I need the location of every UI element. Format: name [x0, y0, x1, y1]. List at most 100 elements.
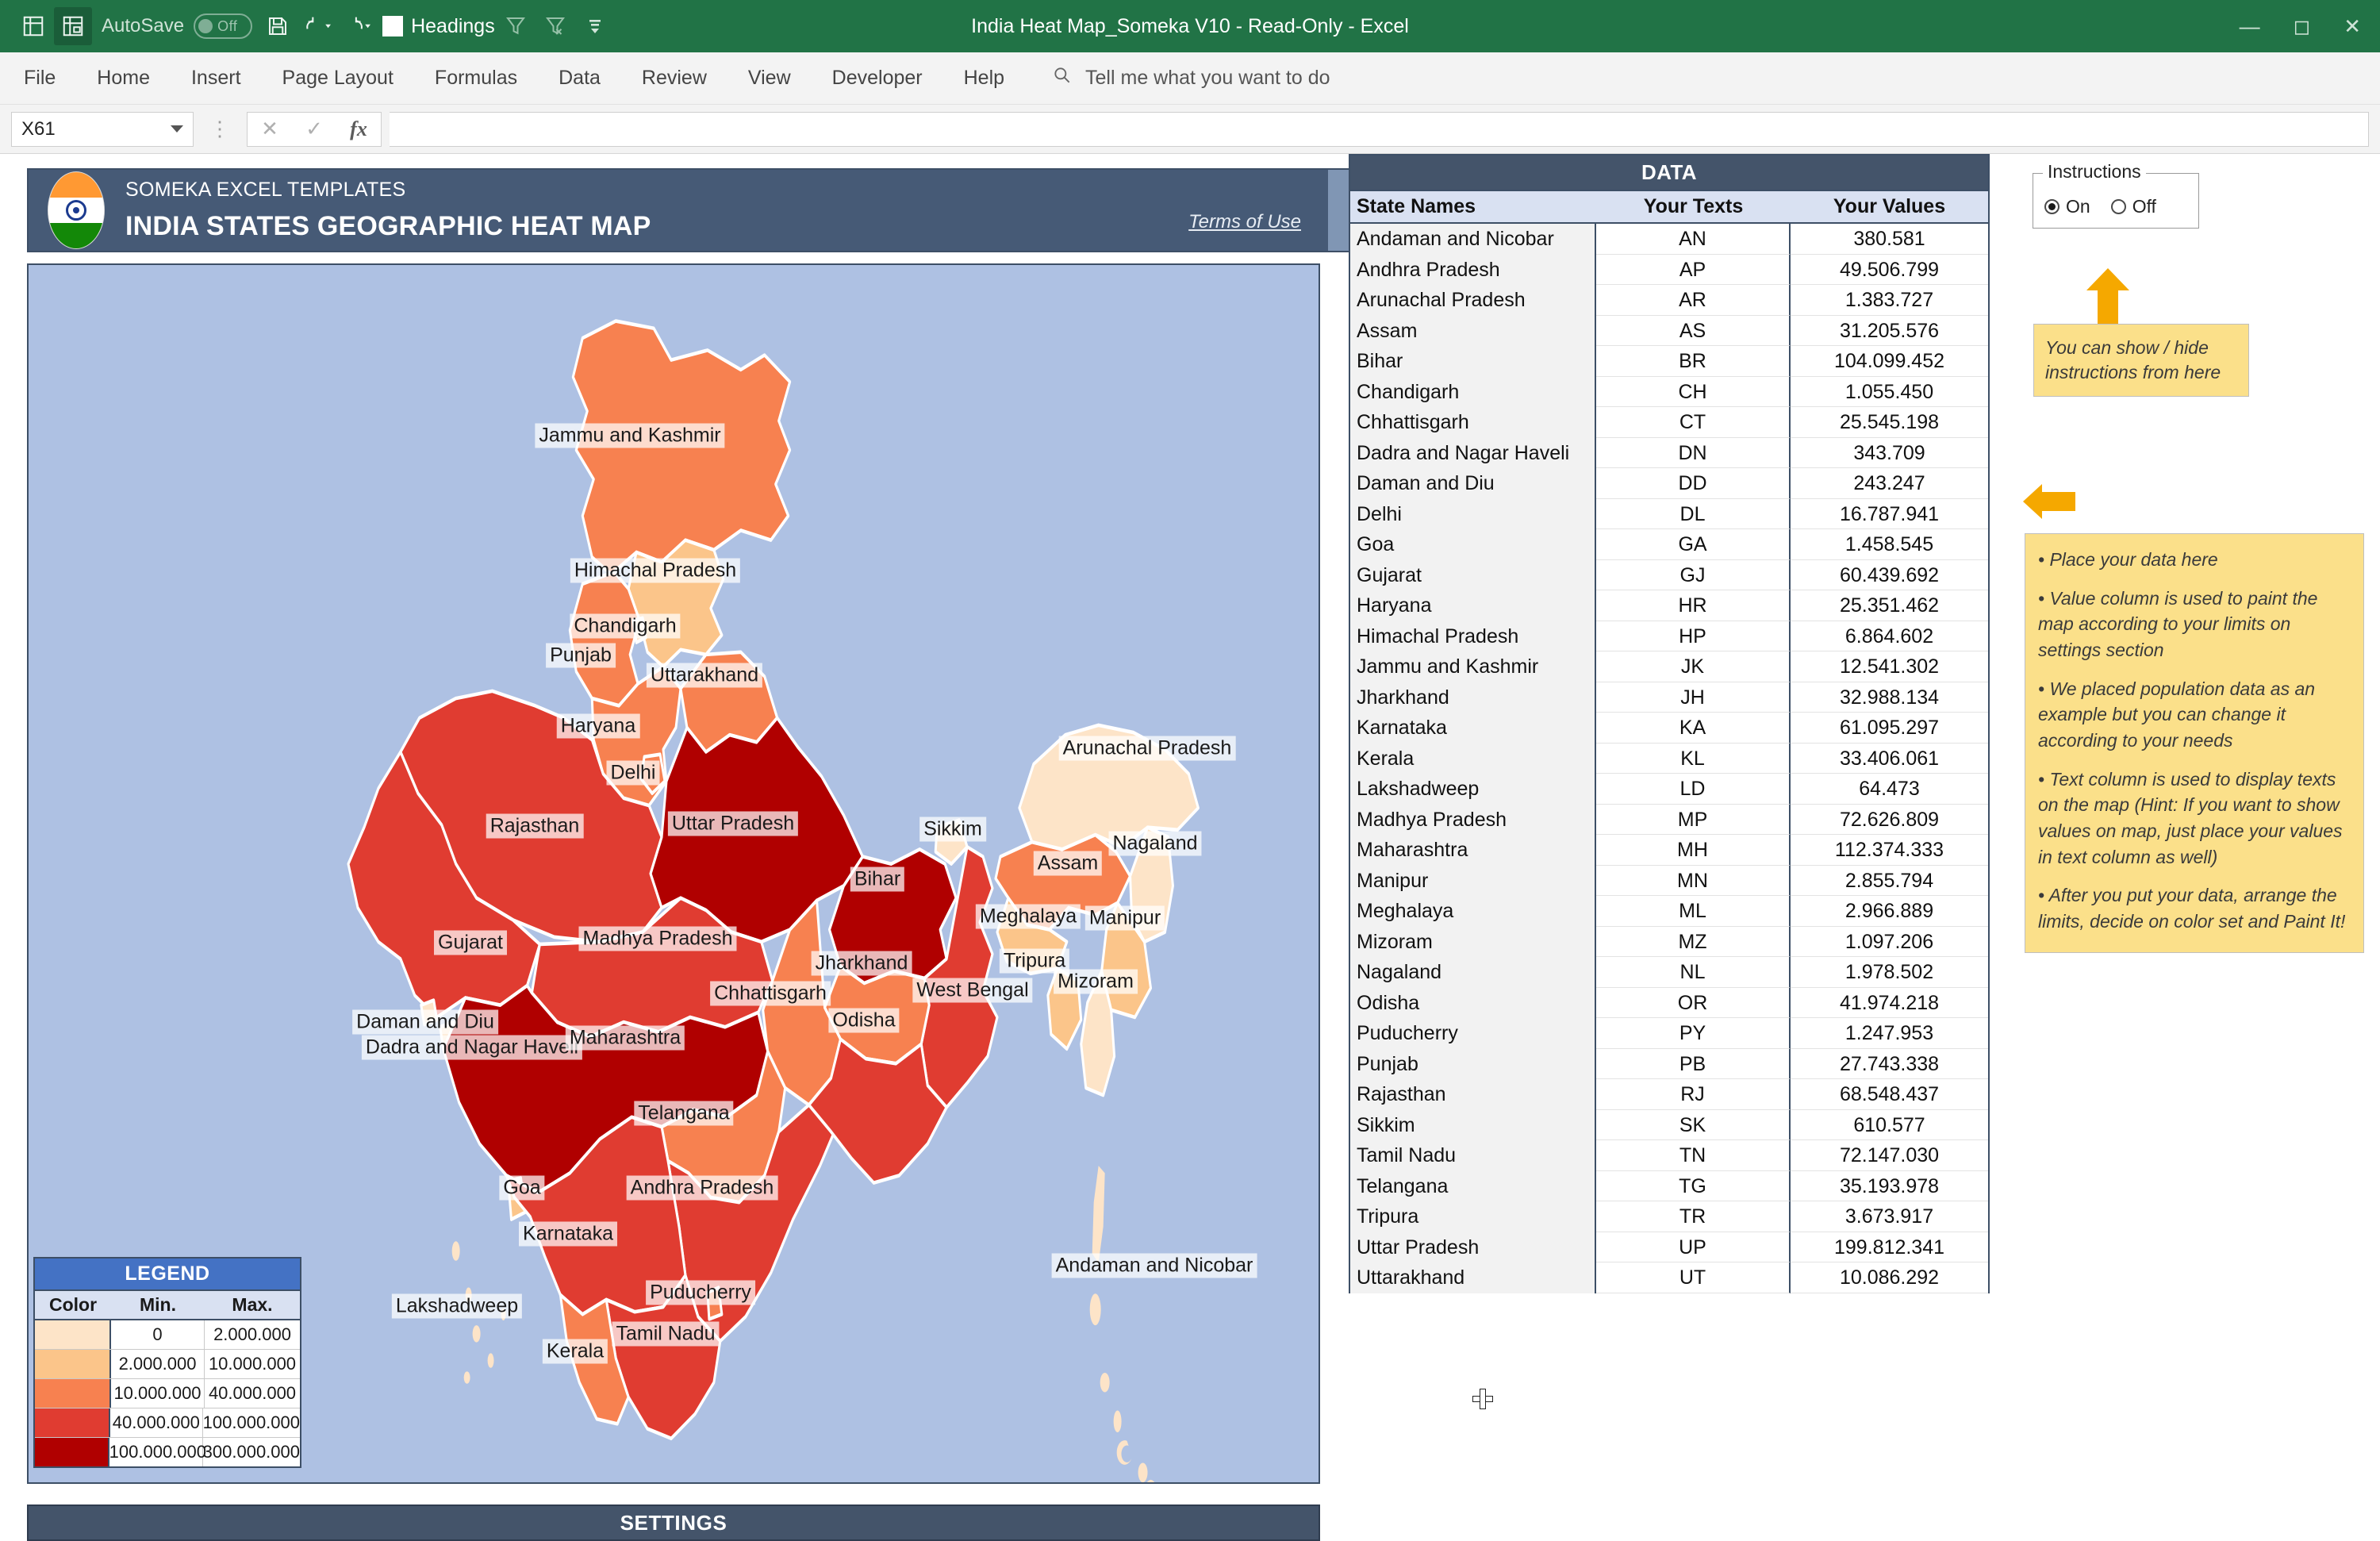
formula-bar-grip[interactable]: ⋮	[202, 117, 239, 141]
cell-your-text[interactable]: TN	[1596, 1140, 1791, 1171]
cell-state-name[interactable]: Odisha	[1350, 987, 1596, 1018]
cell-state-name[interactable]: Madhya Pradesh	[1350, 804, 1596, 835]
cell-state-name[interactable]: Assam	[1350, 315, 1596, 346]
cell-your-value[interactable]: 27.743.338	[1791, 1048, 1988, 1079]
cell-your-text[interactable]: RJ	[1596, 1079, 1791, 1110]
cell-state-name[interactable]: Goa	[1350, 529, 1596, 560]
cell-your-value[interactable]: 72.147.030	[1791, 1140, 1988, 1171]
quick-access-toolbar[interactable]: AutoSave Off Headings	[0, 7, 614, 45]
cell-your-value[interactable]: 199.812.341	[1791, 1232, 1988, 1262]
cell-your-value[interactable]: 16.787.941	[1791, 498, 1988, 529]
tab-formulas[interactable]: Formulas	[414, 52, 538, 105]
cell-your-text[interactable]: GA	[1596, 529, 1791, 560]
cell-state-name[interactable]: Karnataka	[1350, 713, 1596, 744]
cell-your-value[interactable]: 25.545.198	[1791, 407, 1988, 438]
cell-your-value[interactable]: 60.439.692	[1791, 559, 1988, 590]
cell-your-value[interactable]: 1.458.545	[1791, 529, 1988, 560]
cell-state-name[interactable]: Lakshadweep	[1350, 774, 1596, 805]
table-lock-icon[interactable]	[54, 7, 92, 45]
cell-your-text[interactable]: PB	[1596, 1048, 1791, 1079]
cell-state-name[interactable]: Arunachal Pradesh	[1350, 285, 1596, 316]
cell-your-value[interactable]: 2.855.794	[1791, 865, 1988, 896]
cell-state-name[interactable]: Jammu and Kashmir	[1350, 651, 1596, 682]
cell-your-text[interactable]: UT	[1596, 1262, 1791, 1293]
cell-your-value[interactable]: 343.709	[1791, 437, 1988, 468]
cell-your-text[interactable]: AP	[1596, 254, 1791, 285]
save-icon[interactable]	[259, 7, 297, 45]
cell-your-value[interactable]: 35.193.978	[1791, 1170, 1988, 1201]
cell-your-text[interactable]: JH	[1596, 682, 1791, 713]
cell-your-text[interactable]: UP	[1596, 1232, 1791, 1262]
data-table-body[interactable]: Andaman and Nicobar AN 380.581 Andhra Prade…	[1349, 224, 1990, 1293]
table-row[interactable]: Arunachal Pradesh AR 1.383.727	[1350, 285, 1988, 316]
table-row[interactable]: Chhattisgarh CT 25.545.198	[1350, 407, 1988, 438]
table-row[interactable]: Odisha OR 41.974.218	[1350, 987, 1988, 1018]
cell-your-value[interactable]: 68.548.437	[1791, 1079, 1988, 1110]
table-row[interactable]: Rajasthan RJ 68.548.437	[1350, 1079, 1988, 1110]
cell-your-value[interactable]: 32.988.134	[1791, 682, 1988, 713]
india-heat-map[interactable]: Jammu and Kashmir Himachal Pradesh Chandig…	[27, 263, 1320, 1484]
tab-insert[interactable]: Insert	[171, 52, 262, 105]
table-row[interactable]: Lakshadweep LD 64.473	[1350, 774, 1988, 805]
cell-your-value[interactable]: 2.966.889	[1791, 896, 1988, 927]
table-row[interactable]: Uttar Pradesh UP 199.812.341	[1350, 1232, 1988, 1262]
table-row[interactable]: Madhya Pradesh MP 72.626.809	[1350, 804, 1988, 835]
tab-review[interactable]: Review	[621, 52, 727, 105]
cell-your-text[interactable]: AS	[1596, 315, 1791, 346]
cell-your-value[interactable]: 1.055.450	[1791, 376, 1988, 407]
table-row[interactable]: Sikkim SK 610.577	[1350, 1109, 1988, 1140]
table-row[interactable]: Assam AS 31.205.576	[1350, 315, 1988, 346]
cell-your-value[interactable]: 243.247	[1791, 468, 1988, 499]
cell-your-value[interactable]: 49.506.799	[1791, 254, 1988, 285]
cancel-icon[interactable]: ✕	[248, 117, 292, 141]
table-row[interactable]: Andhra Pradesh AP 49.506.799	[1350, 254, 1988, 285]
cell-state-name[interactable]: Chhattisgarh	[1350, 407, 1596, 438]
cell-your-text[interactable]: DL	[1596, 498, 1791, 529]
table-row[interactable]: Haryana HR 25.351.462	[1350, 590, 1988, 621]
cell-state-name[interactable]: Puducherry	[1350, 1018, 1596, 1049]
cell-your-text[interactable]: TR	[1596, 1201, 1791, 1232]
cell-state-name[interactable]: Maharashtra	[1350, 835, 1596, 866]
table-row[interactable]: Gujarat GJ 60.439.692	[1350, 559, 1988, 590]
cell-state-name[interactable]: Delhi	[1350, 498, 1596, 529]
formula-input[interactable]	[390, 111, 2369, 147]
cell-your-value[interactable]: 12.541.302	[1791, 651, 1988, 682]
tab-page-layout[interactable]: Page Layout	[262, 52, 414, 105]
table-row[interactable]: Punjab PB 27.743.338	[1350, 1048, 1988, 1079]
cell-state-name[interactable]: Dadra and Nagar Haveli	[1350, 437, 1596, 468]
table-icon[interactable]	[14, 7, 52, 45]
table-row[interactable]: Goa GA 1.458.545	[1350, 529, 1988, 560]
table-row[interactable]: Meghalaya ML 2.966.889	[1350, 896, 1988, 927]
cell-state-name[interactable]: Rajasthan	[1350, 1079, 1596, 1110]
table-row[interactable]: Puducherry PY 1.247.953	[1350, 1018, 1988, 1049]
radio-instructions-on[interactable]: On	[2044, 196, 2090, 217]
ribbon-tabs[interactable]: File Home Insert Page Layout Formulas Da…	[0, 52, 2380, 105]
cell-state-name[interactable]: Gujarat	[1350, 559, 1596, 590]
cell-state-name[interactable]: Daman and Diu	[1350, 468, 1596, 499]
cell-your-text[interactable]: MN	[1596, 865, 1791, 896]
cell-state-name[interactable]: Uttarakhand	[1350, 1262, 1596, 1293]
cell-your-text[interactable]: AR	[1596, 285, 1791, 316]
cell-state-name[interactable]: Punjab	[1350, 1048, 1596, 1079]
cell-your-value[interactable]: 380.581	[1791, 224, 1988, 255]
window-controls[interactable]: — ◻ ✕	[2240, 0, 2361, 52]
cell-your-text[interactable]: HP	[1596, 621, 1791, 651]
tab-developer[interactable]: Developer	[812, 52, 943, 105]
table-row[interactable]: Bihar BR 104.099.452	[1350, 346, 1988, 377]
tab-help[interactable]: Help	[943, 52, 1025, 105]
cell-your-value[interactable]: 104.099.452	[1791, 346, 1988, 377]
cell-your-text[interactable]: SK	[1596, 1109, 1791, 1140]
cell-state-name[interactable]: Manipur	[1350, 865, 1596, 896]
cell-state-name[interactable]: Andhra Pradesh	[1350, 254, 1596, 285]
cell-your-text[interactable]: KA	[1596, 713, 1791, 744]
cell-your-text[interactable]: DD	[1596, 468, 1791, 499]
table-row[interactable]: Jammu and Kashmir JK 12.541.302	[1350, 651, 1988, 682]
headings-control[interactable]: Headings	[382, 15, 495, 38]
cell-your-value[interactable]: 6.864.602	[1791, 621, 1988, 651]
cell-your-value[interactable]: 41.974.218	[1791, 987, 1988, 1018]
terms-of-use-link[interactable]: Terms of Use	[1188, 211, 1301, 233]
cell-your-value[interactable]: 64.473	[1791, 774, 1988, 805]
cell-your-text[interactable]: NL	[1596, 957, 1791, 988]
cell-your-text[interactable]: GJ	[1596, 559, 1791, 590]
autosave-control[interactable]: AutoSave Off	[102, 13, 253, 39]
